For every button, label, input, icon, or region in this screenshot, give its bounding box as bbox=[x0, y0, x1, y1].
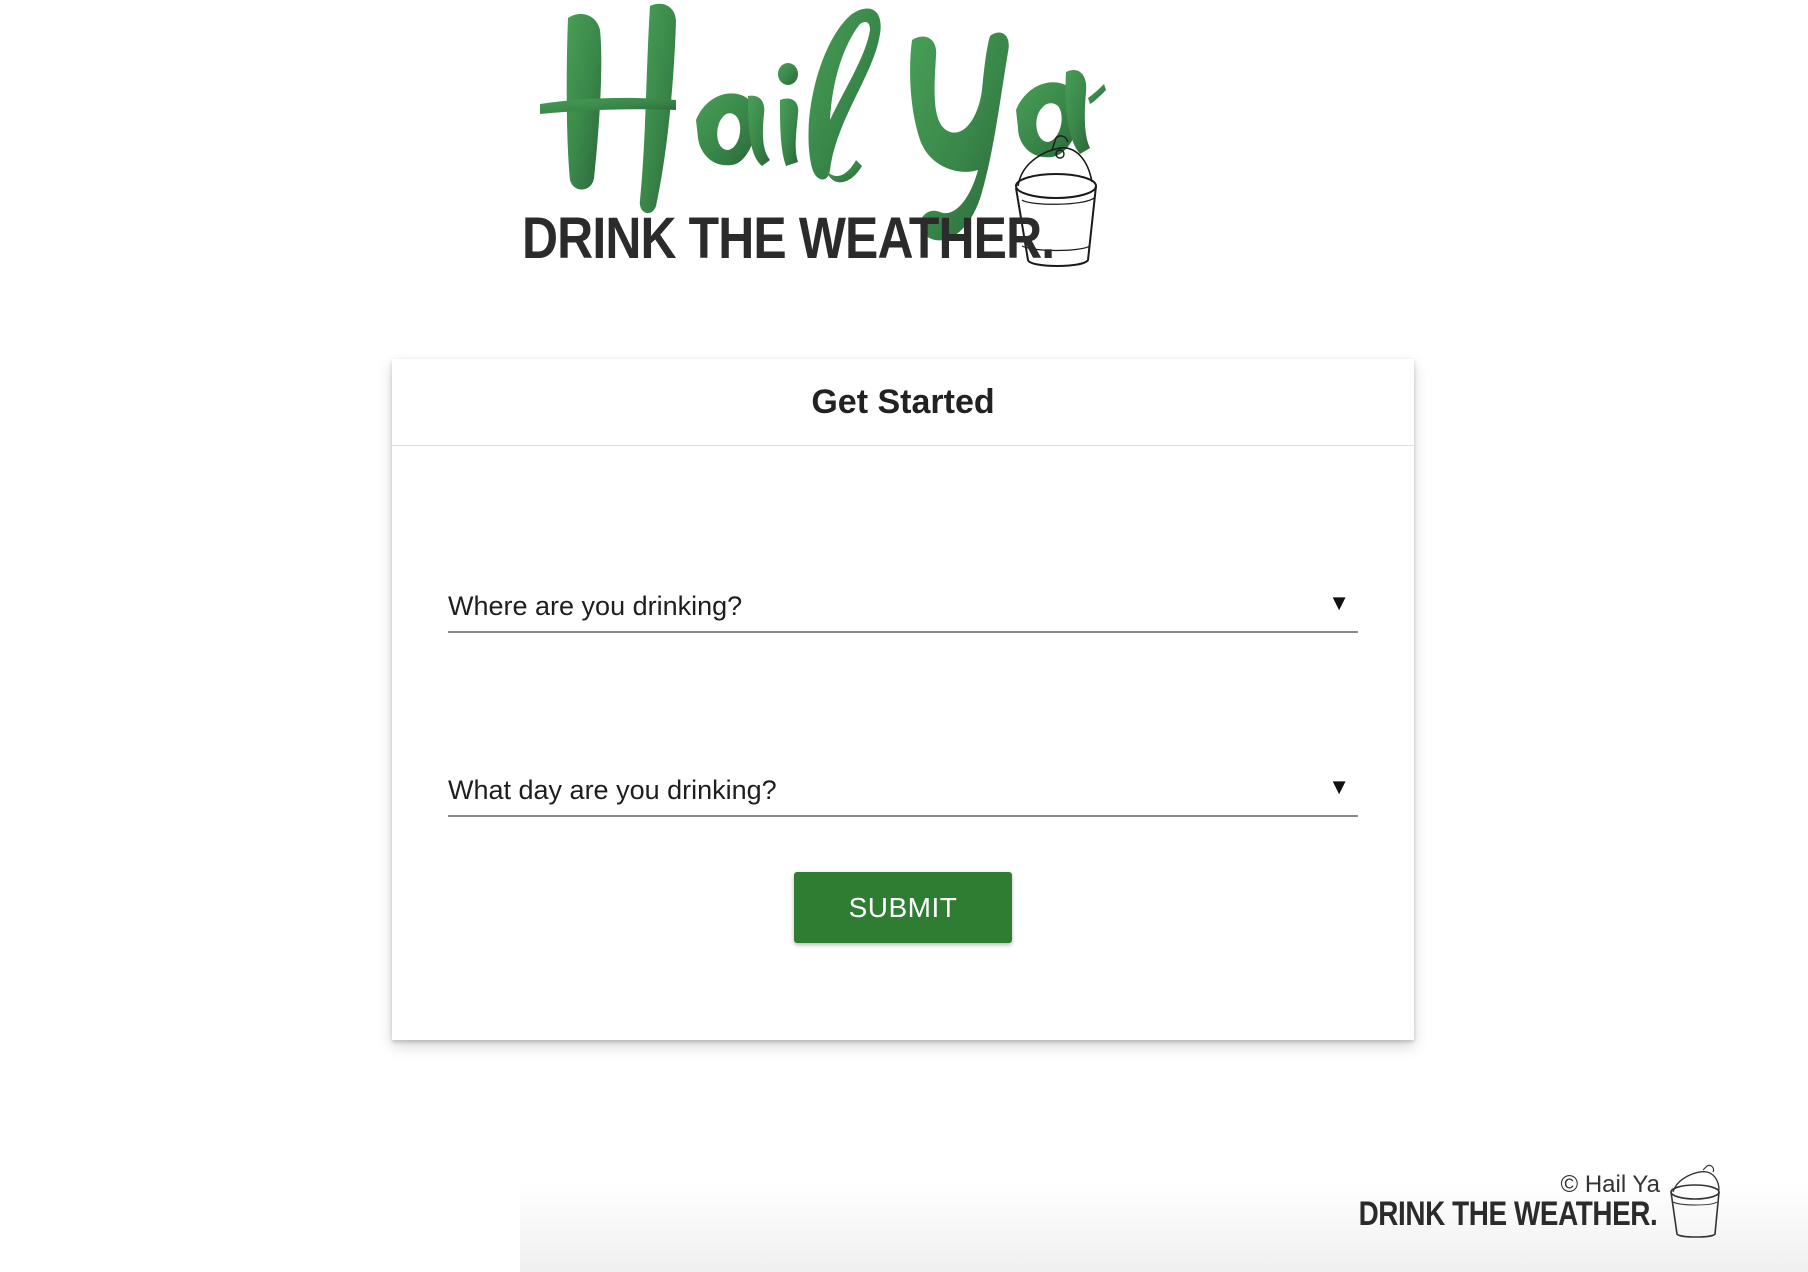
triangle-down-icon: ▼ bbox=[1328, 590, 1350, 615]
card-title: Get Started bbox=[811, 382, 995, 421]
hero-tagline: DRINK THE WEATHER. bbox=[522, 206, 1055, 271]
day-select-label: What day are you drinking? bbox=[448, 774, 777, 805]
location-select-label: Where are you drinking? bbox=[448, 590, 743, 621]
triangle-down-icon: ▼ bbox=[1328, 774, 1350, 799]
location-select[interactable]: Where are you drinking? ▼ bbox=[448, 575, 1358, 633]
footer: © Hail Ya DRINK THE WEATHER. bbox=[1358, 1160, 1765, 1240]
page: DRINK THE WEATHER. Get Started Where are… bbox=[0, 0, 1808, 1272]
bucket-icon bbox=[1670, 1164, 1720, 1238]
submit-button[interactable]: SUBMIT bbox=[794, 872, 1012, 943]
get-started-card: Get Started Where are you drinking? ▼ Wh… bbox=[392, 359, 1414, 1040]
card-header: Get Started bbox=[392, 359, 1414, 446]
footer-tagline: DRINK THE WEATHER. bbox=[1358, 1195, 1657, 1233]
hero-logo: DRINK THE WEATHER. bbox=[500, 0, 1300, 290]
day-select[interactable]: What day are you drinking? ▼ bbox=[448, 759, 1358, 817]
